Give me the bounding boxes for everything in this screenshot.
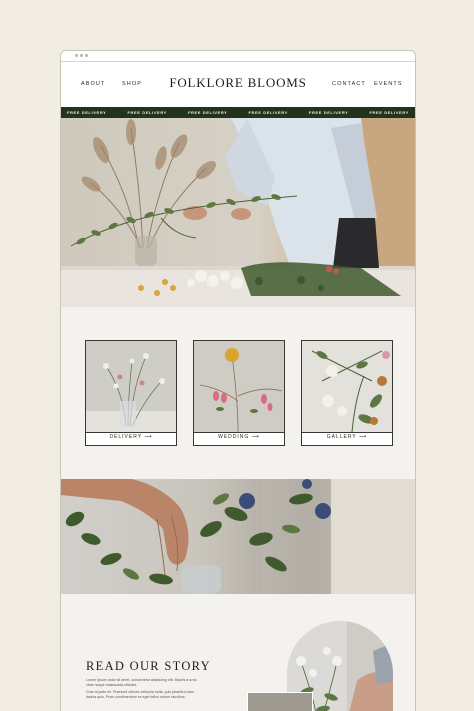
story-paragraph: Cras at justo mi. Praesent ultrices vehi… [86,690,195,699]
story-thumbnail [247,692,313,711]
browser-chrome [61,51,415,62]
window-dot-icon [80,54,83,57]
announcement-item: FREE DELIVERY [309,110,349,115]
nav-contact[interactable]: CONTACT [332,81,366,87]
announcement-item: FREE DELIVERY [127,110,167,115]
story-section: READ OUR STORY Lorem ipsum dolor sit ame… [61,594,415,711]
category-card-gallery[interactable]: GALLERY ⟶ [301,340,393,446]
category-label: WEDDING ⟶ [218,434,260,440]
category-section: DELIVERY ⟶ WEDDING ⟶ GALLERY ⟶ [61,307,415,479]
story-paragraph: Lorem ipsum dolor sit amet, consectetur … [86,678,197,687]
announcement-item: FREE DELIVERY [248,110,288,115]
browser-window: ABOUT SHOP FOLKLORE BLOOMS CONTACT EVENT… [60,50,416,711]
announcement-item: FREE DELIVERY [188,110,228,115]
category-photo [302,341,392,433]
story-heading: READ OUR STORY [86,659,211,673]
announcement-item: FREE DELIVERY [67,110,107,115]
arrangement-image [61,479,415,594]
category-card-delivery[interactable]: DELIVERY ⟶ [85,340,177,446]
arrangement-photo [61,479,415,594]
hero-photo [61,118,415,307]
window-dot-icon [75,54,78,57]
category-photo [86,341,176,433]
category-card-wedding[interactable]: WEDDING ⟶ [193,340,285,446]
announcement-item: FREE DELIVERY [369,110,409,115]
category-label: DELIVERY ⟶ [109,434,153,440]
nav-events[interactable]: EVENTS [374,81,403,87]
site-header: ABOUT SHOP FOLKLORE BLOOMS CONTACT EVENT… [61,62,415,107]
category-label: GALLERY ⟶ [326,434,368,440]
announcement-bar: FREE DELIVERY FREE DELIVERY FREE DELIVER… [61,107,415,118]
window-dot-icon [85,54,88,57]
category-photo [194,341,284,433]
hero-image [61,118,415,307]
story-text: Lorem ipsum dolor sit amet, consectetur … [86,678,198,700]
